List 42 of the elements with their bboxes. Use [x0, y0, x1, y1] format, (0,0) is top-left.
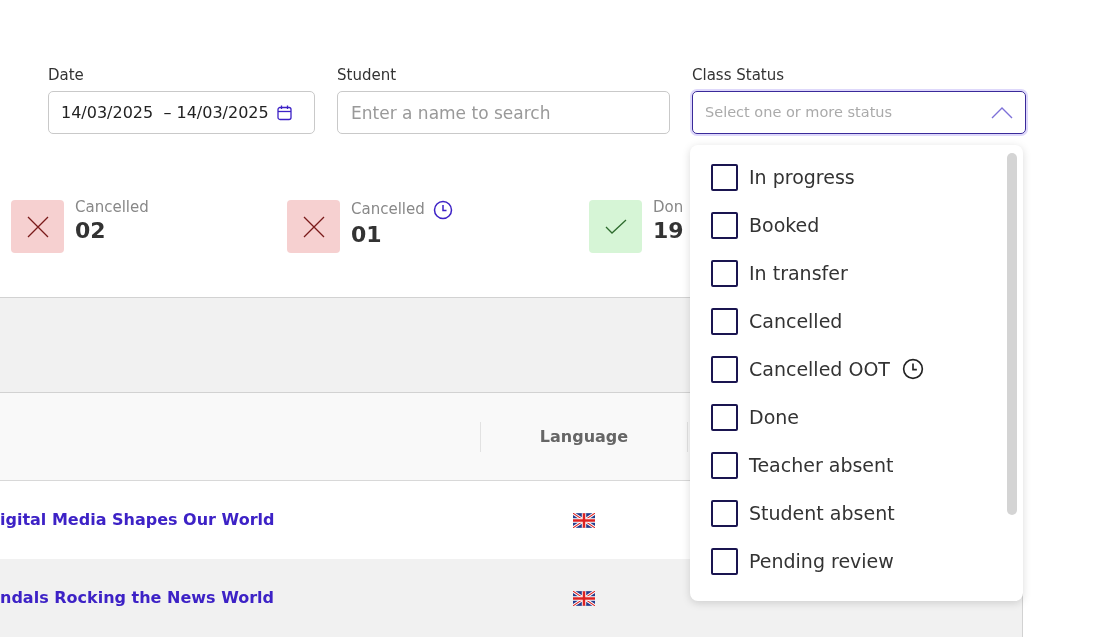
option-label[interactable]: Booked	[749, 210, 820, 240]
option-label[interactable]: Pending review	[749, 546, 894, 576]
flag-icon	[573, 512, 595, 528]
stat-value: 01	[351, 221, 383, 249]
checkbox[interactable]	[711, 451, 738, 479]
option-label[interactable]: In progress	[749, 162, 855, 192]
checkbox[interactable]	[711, 403, 738, 431]
option-label[interactable]: Cancelled OOT	[749, 354, 890, 384]
option-label[interactable]: Teacher absent	[749, 450, 894, 480]
stat-label: Cancelled	[75, 198, 149, 216]
check-icon	[604, 218, 627, 235]
chevron-icon	[991, 106, 1013, 119]
option-label[interactable]: Cancelled	[749, 306, 843, 336]
scrollbar[interactable]	[1007, 153, 1017, 515]
search-field[interactable]: Enter a name to search	[337, 91, 670, 134]
cross-icon	[26, 215, 49, 238]
field-label: Date	[48, 66, 85, 84]
stat-value: 02	[75, 217, 107, 245]
stat-value: 19	[653, 217, 684, 245]
class-title-link[interactable]: ndals Rocking the News World	[0, 588, 275, 607]
cross-icon	[302, 215, 325, 238]
stat-label: Don	[653, 198, 684, 216]
stat-label: Cancelled	[351, 200, 425, 218]
checkbox[interactable]	[711, 259, 738, 287]
option-label[interactable]: In transfer	[749, 258, 848, 288]
checkbox[interactable]	[711, 547, 738, 575]
clock-icon	[901, 358, 924, 380]
class-title-link[interactable]: igital Media Shapes Our World	[0, 510, 275, 529]
column-header[interactable]: Language	[480, 421, 688, 452]
clock-icon	[432, 200, 453, 220]
option-label[interactable]: Done	[749, 402, 799, 432]
checkbox[interactable]	[711, 307, 738, 335]
date-range-field[interactable]: 14/03/2025 – 14/03/2025	[48, 91, 315, 134]
checkbox[interactable]	[711, 355, 738, 383]
checkbox[interactable]	[711, 499, 738, 527]
calendar-icon	[276, 104, 292, 121]
field-label: Student	[337, 66, 398, 84]
flag-icon	[573, 590, 595, 606]
field-label: Class Status	[692, 66, 786, 84]
checkbox[interactable]	[711, 211, 738, 239]
checkbox[interactable]	[711, 163, 738, 191]
option-label[interactable]: Student absent	[749, 498, 895, 528]
